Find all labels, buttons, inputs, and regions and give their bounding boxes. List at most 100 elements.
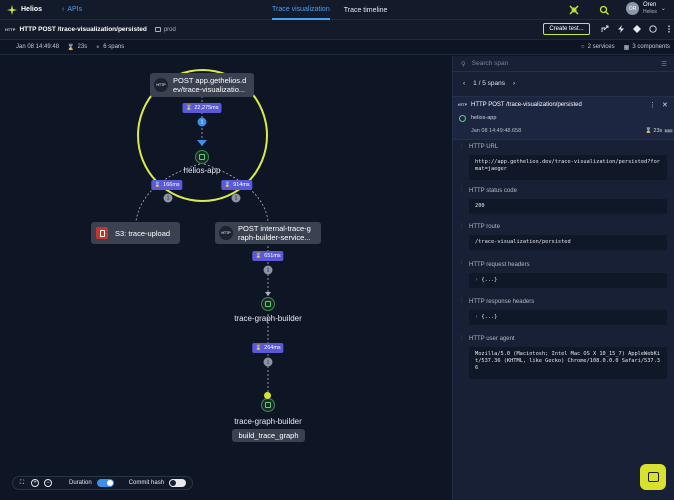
- span-details-panel: ⚲ Search span ☰ ‹ 1 / 5 spans › HTTP HTT…: [452, 56, 674, 500]
- diamond-icon[interactable]: [632, 24, 642, 34]
- service-node-trace-graph-builder[interactable]: [261, 297, 275, 311]
- service-icon: [459, 115, 466, 122]
- left-edge-count: 1: [163, 193, 173, 203]
- tab-trace-timeline[interactable]: Trace timeline: [344, 0, 388, 20]
- http2-duration-badge: ⌛ 651ms: [252, 251, 284, 261]
- environment-icon: [154, 27, 161, 32]
- span-search[interactable]: ⚲ Search span ☰: [453, 56, 674, 72]
- span-duration-tag: MAX: [663, 129, 674, 133]
- app-logo[interactable]: Helios: [0, 4, 58, 15]
- chevron-left-icon[interactable]: ‹: [463, 80, 465, 87]
- internal-node-trace-graph-builder[interactable]: [261, 398, 275, 412]
- field-label: HTTP request headers: [469, 262, 530, 268]
- service-icon: [265, 301, 271, 307]
- commit-toggle[interactable]: [169, 479, 187, 487]
- filter-icon[interactable]: ☰: [661, 60, 667, 68]
- field-value: http://app.gethelios.dev/trace-visualiza…: [469, 155, 667, 180]
- spans-icon: ⚬: [95, 44, 101, 51]
- more-icon[interactable]: [664, 24, 674, 34]
- drag-handle-icon[interactable]: ::: [461, 142, 465, 150]
- comment-icon[interactable]: [648, 24, 658, 34]
- services-count[interactable]: ○ 2 services: [581, 44, 615, 51]
- field-http-response-headers: :: HTTP response headers › {...}: [461, 297, 667, 325]
- builder-duration-badge: ⌛ 264ms: [252, 343, 284, 353]
- hourglass-icon: ⌛: [67, 44, 75, 51]
- more-icon[interactable]: ⋮: [649, 101, 656, 109]
- span-service: helios-app: [471, 115, 497, 121]
- field-label: HTTP user agent: [469, 336, 515, 342]
- root-span-node[interactable]: HTTP POST app.gethelios.d ev/trace-visua…: [150, 73, 254, 97]
- components-icon: ▦: [623, 44, 630, 51]
- http2-span-line1: POST internal-trace-g: [238, 224, 311, 233]
- service-label-trace-graph-builder: trace-graph-builder: [234, 314, 302, 323]
- trace-duration-value: 23s: [77, 44, 88, 50]
- search-icon: ⚲: [461, 60, 466, 68]
- search-input[interactable]: Search span: [472, 60, 655, 67]
- trace-graph-canvas[interactable]: HTTP POST app.gethelios.d ev/trace-visua…: [0, 56, 452, 500]
- create-test-button[interactable]: Create test...: [543, 23, 590, 35]
- chat-button[interactable]: [640, 464, 666, 490]
- field-value: /trace-visualization/persisted: [469, 235, 667, 250]
- trace-duration: ⌛ 23s: [67, 44, 87, 51]
- service-node-helios-app[interactable]: [195, 150, 209, 164]
- chat-icon: [647, 472, 659, 482]
- drag-handle-icon[interactable]: ::: [461, 297, 465, 305]
- drag-handle-icon[interactable]: ::: [461, 260, 465, 268]
- user-menu[interactable]: OR Oren Helios ⌄: [626, 2, 666, 15]
- top-bar: Helios ‹ APIs Trace visualization Trace …: [0, 0, 674, 20]
- zoom-out-icon[interactable]: −: [44, 479, 52, 487]
- field-http-url: :: HTTP URL http://app.gethelios.dev/tra…: [461, 142, 667, 180]
- internal-http-span-node[interactable]: HTTP POST internal-trace-g raph-builder-…: [215, 222, 321, 244]
- field-value-text: {...}: [481, 277, 498, 283]
- drag-handle-icon[interactable]: ::: [461, 334, 465, 342]
- hourglass-icon: ⌛: [185, 105, 193, 111]
- drag-handle-icon[interactable]: ::: [461, 222, 465, 230]
- trace-title: HTTP POST /trace-visualization/persisted: [19, 26, 147, 33]
- hourglass-icon: ⌛: [645, 128, 652, 134]
- arrow-head-builder: [265, 292, 271, 296]
- graph-controls: ⛶ + − Duration Commit hash: [12, 476, 193, 490]
- close-icon[interactable]: ✕: [662, 101, 668, 109]
- field-http-route: :: HTTP route /trace-visualization/persi…: [461, 222, 667, 250]
- zoom-in-icon[interactable]: +: [31, 479, 39, 487]
- field-label: HTTP response headers: [469, 299, 535, 305]
- toggle-knob: [170, 480, 177, 486]
- components-count[interactable]: ▦ 3 components: [624, 44, 670, 51]
- app-name: Helios: [21, 6, 43, 13]
- builder-duration: 264ms: [264, 345, 281, 351]
- pager-label: 1 / 5 spans: [473, 79, 505, 87]
- chevron-left-icon: ‹: [62, 6, 65, 13]
- trace-spans: ⚬ 6 spans: [95, 44, 124, 51]
- drag-handle-icon[interactable]: ::: [461, 186, 465, 194]
- field-value: Mozilla/5.0 (Macintosh; Intel Mac OS X 1…: [469, 347, 667, 379]
- field-http-status-code: :: HTTP status code 200: [461, 186, 667, 214]
- helios-logo-icon: [7, 4, 17, 15]
- lightning-icon[interactable]: [616, 24, 626, 34]
- user-name: Oren: [643, 2, 657, 8]
- root-http-badge: HTTP: [154, 78, 168, 92]
- s3-span-node[interactable]: S3: trace-upload: [91, 222, 180, 244]
- service-icon: [199, 154, 205, 160]
- root-count: 1: [197, 117, 207, 127]
- chevron-right-icon[interactable]: ›: [513, 80, 515, 87]
- field-label: HTTP route: [469, 224, 500, 230]
- share-icon[interactable]: [600, 24, 610, 34]
- duration-toggle[interactable]: [96, 479, 114, 487]
- s3-span-label: S3: trace-upload: [115, 228, 171, 238]
- field-value[interactable]: › {...}: [469, 273, 667, 288]
- hourglass-icon: ⌛: [224, 182, 232, 188]
- commit-toggle-label: Commit hash: [128, 480, 165, 486]
- user-org: Helios: [643, 9, 657, 15]
- operation-node[interactable]: build_trace_graph: [232, 429, 305, 442]
- tab-trace-visualization[interactable]: Trace visualization: [272, 0, 330, 20]
- back-link[interactable]: ‹ APIs: [62, 6, 82, 13]
- search-icon[interactable]: [598, 4, 610, 16]
- root-span-line2: ev/trace-visualizatio...: [173, 85, 246, 94]
- pin-icon: [264, 392, 271, 399]
- field-value-text: {...}: [481, 314, 498, 320]
- sandbox-icon[interactable]: [568, 4, 580, 16]
- services-count-value: 2 services: [587, 44, 615, 50]
- field-value[interactable]: › {...}: [469, 310, 667, 325]
- span-pager: ‹ 1 / 5 spans ›: [453, 76, 674, 90]
- fit-view-icon[interactable]: ⛶: [18, 479, 26, 487]
